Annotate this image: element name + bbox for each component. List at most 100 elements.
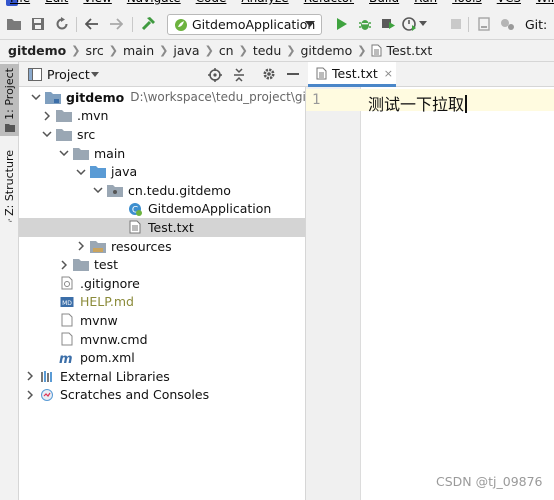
sync-icon[interactable] [54, 16, 70, 32]
chevron-right-icon: ❯ [357, 44, 367, 57]
save-icon[interactable] [30, 16, 46, 32]
tree-item-label: .mvn [77, 108, 109, 124]
chevron-right-icon[interactable] [42, 111, 52, 121]
toolbar-divider [76, 17, 77, 32]
tree-item-scratches[interactable]: Scratches and Consoles [19, 386, 305, 405]
more-run-options-chevron-icon[interactable] [418, 16, 428, 32]
gear-icon[interactable] [262, 67, 276, 81]
menu-item[interactable]: Refactor [304, 0, 354, 5]
tree-item-test[interactable]: test [19, 255, 305, 274]
tree-item-package[interactable]: cn.tedu.gitdemo [19, 181, 305, 200]
project-panel-title[interactable]: Project [47, 67, 90, 82]
chevron-right-icon[interactable] [59, 260, 69, 270]
tree-item-java[interactable]: java [19, 162, 305, 181]
tree-item-gitdemoapplication[interactable]: C GitdemoApplication [19, 200, 305, 219]
file-icon [59, 332, 75, 346]
text-file-icon [127, 220, 143, 234]
menu-item[interactable]: VCS [497, 0, 521, 5]
toolbar-divider [468, 17, 469, 32]
tree-item-mvnw[interactable]: mvnw [19, 311, 305, 330]
minimize-icon[interactable] [287, 73, 299, 76]
git-label: Git: [525, 17, 548, 32]
tree-item-src[interactable]: src [19, 125, 305, 144]
chevron-right-icon: ❯ [204, 44, 214, 57]
breadcrumb-item[interactable]: java [173, 43, 199, 58]
file-icon [59, 313, 75, 327]
menu-item[interactable]: Tools [452, 0, 482, 5]
module-folder-icon [45, 90, 61, 104]
chevron-right-icon[interactable] [76, 241, 86, 251]
tree-item-label: GitdemoApplication [148, 201, 272, 217]
tree-item-mvn[interactable]: .mvn [19, 107, 305, 126]
folder-icon [73, 258, 89, 272]
breadcrumb-item[interactable]: gitdemo [8, 43, 66, 58]
chevron-down-icon[interactable] [31, 92, 41, 102]
editor-area[interactable] [361, 87, 554, 500]
chevron-down-icon[interactable] [76, 167, 86, 177]
chevron-down-icon [305, 21, 315, 27]
chevron-down-icon[interactable] [59, 148, 69, 158]
tab-test-txt[interactable]: Test.txt × [308, 62, 396, 87]
tree-item-label: mvnw.cmd [80, 331, 148, 347]
tree-item-main[interactable]: main [19, 144, 305, 163]
breadcrumb: gitdemo ❯ src ❯ main ❯ java ❯ cn ❯ tedu ❯ gitd… [0, 40, 554, 62]
run-icon[interactable] [334, 16, 350, 32]
tree-item-gitdemo[interactable]: gitdemo D:\workspace\tedu_project\gitdem… [19, 88, 305, 107]
line-number: 1 [312, 92, 321, 108]
locate-target-icon[interactable] [208, 68, 222, 82]
tree-item-pom-xml[interactable]: m pom.xml [19, 348, 305, 367]
tree-item-gitignore[interactable]: .gitignore [19, 274, 305, 293]
breadcrumb-item[interactable]: tedu [253, 43, 281, 58]
tab-project[interactable]: 1: Project [0, 64, 19, 136]
tree-item-label: Scratches and Consoles [60, 387, 210, 403]
device-manager-icon[interactable] [476, 16, 492, 32]
tab-structure-label: Z: Structure [3, 150, 16, 216]
chevron-down-icon[interactable] [93, 185, 103, 195]
menu-item[interactable]: Navigate [127, 0, 181, 5]
debug-bug-icon[interactable] [357, 16, 373, 32]
project-panel-header: Project [19, 62, 306, 87]
coverage-icon[interactable] [380, 16, 396, 32]
chevron-down-icon[interactable] [91, 72, 99, 77]
run-configuration-select[interactable]: GitdemoApplication [167, 14, 322, 35]
chevron-right-icon[interactable] [25, 390, 35, 400]
tree-item-test-txt[interactable]: Test.txt [19, 218, 305, 237]
breadcrumb-item[interactable]: main [123, 43, 154, 58]
menu-item[interactable]: View [83, 0, 111, 5]
menu-item[interactable]: Window [536, 0, 554, 5]
collapse-all-icon[interactable] [233, 68, 245, 82]
menu-item[interactable]: Build [369, 0, 399, 5]
folder-icon [56, 109, 72, 123]
tree-item-mvnw-cmd[interactable]: mvnw.cmd [19, 330, 305, 349]
open-folder-icon[interactable] [6, 16, 22, 32]
sdk-manager-icon[interactable] [499, 16, 515, 32]
profiler-icon[interactable] [402, 16, 418, 32]
build-hammer-icon[interactable] [140, 16, 156, 32]
tree-item-help-md[interactable]: MD HELP.md [19, 293, 305, 312]
editor-text-line[interactable]: 测试一下拉取 [368, 91, 467, 115]
breadcrumb-item[interactable]: gitdemo [301, 43, 353, 58]
breadcrumb-item[interactable]: src [85, 43, 103, 58]
tree-item-label: External Libraries [60, 368, 170, 384]
menu-item[interactable]: Edit [45, 0, 68, 5]
close-icon[interactable]: × [384, 67, 393, 80]
stop-icon[interactable] [448, 16, 464, 32]
tree-item-label: resources [111, 238, 172, 254]
menu-item[interactable]: File [10, 0, 30, 5]
spring-leaf-icon [175, 19, 187, 31]
breadcrumb-item[interactable]: cn [219, 43, 234, 58]
chevron-right-icon[interactable] [25, 371, 35, 381]
tab-structure[interactable]: Z: Structure [0, 150, 19, 222]
back-arrow-icon[interactable] [84, 16, 100, 32]
tree-item-resources[interactable]: resources [19, 237, 305, 256]
menu-item[interactable]: Code [196, 0, 227, 5]
chevron-down-icon[interactable] [42, 129, 52, 139]
breadcrumb-item-current[interactable]: Test.txt [386, 43, 432, 58]
chevron-right-icon: ❯ [286, 44, 296, 57]
forward-arrow-icon[interactable] [108, 16, 124, 32]
source-folder-icon [90, 165, 106, 179]
tree-item-external-libraries[interactable]: External Libraries [19, 367, 305, 386]
scratches-icon [39, 388, 55, 402]
menu-item[interactable]: Analyze [241, 0, 288, 5]
menu-item[interactable]: Run [414, 0, 437, 5]
